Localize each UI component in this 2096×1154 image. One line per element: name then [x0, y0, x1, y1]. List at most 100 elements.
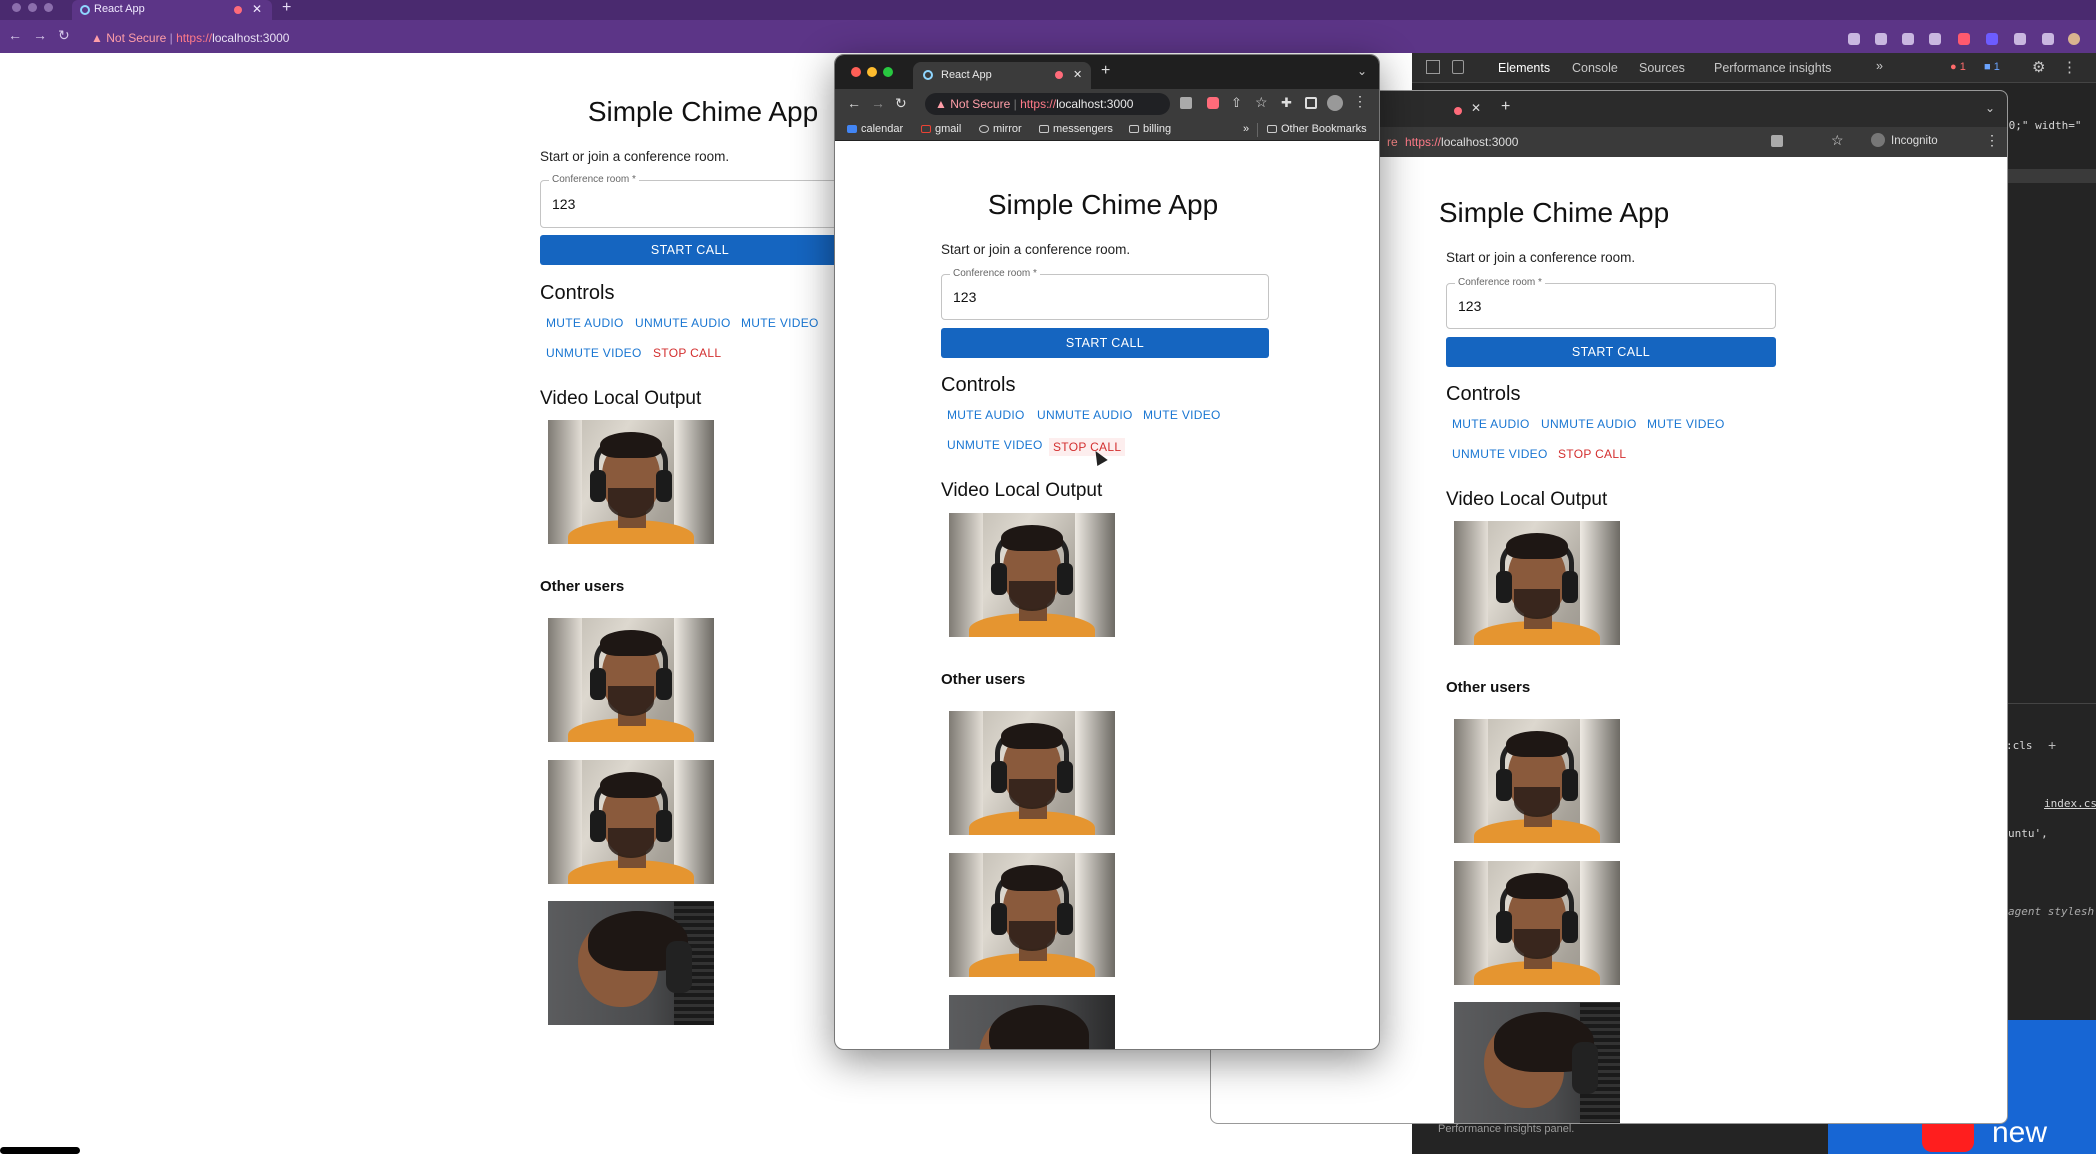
- bookmark-calendar[interactable]: calendar: [847, 123, 903, 135]
- start-call-button[interactable]: START CALL: [540, 235, 840, 265]
- styles-cls-toggle[interactable]: :cls: [2006, 739, 2033, 752]
- mute-audio-button[interactable]: MUTE AUDIO: [1452, 417, 1530, 431]
- mute-video-button[interactable]: MUTE VIDEO: [1143, 408, 1221, 422]
- bookmarks-overflow-icon[interactable]: »: [1243, 123, 1249, 135]
- unmute-video-button[interactable]: UNMUTE VIDEO: [546, 346, 642, 360]
- new-tab-icon[interactable]: +: [1101, 62, 1110, 80]
- reload-icon[interactable]: ↻: [895, 95, 907, 112]
- window-close-dot[interactable]: [851, 67, 861, 77]
- security-label[interactable]: Not Secure: [950, 97, 1010, 111]
- start-call-button[interactable]: START CALL: [1446, 337, 1776, 367]
- new-tab-icon[interactable]: +: [282, 0, 291, 17]
- extension-icon[interactable]: [1875, 33, 1887, 45]
- conference-room-input[interactable]: 123: [1458, 298, 1481, 314]
- message-count-badge[interactable]: ■ 1: [1984, 61, 2000, 73]
- remote-video-3: [548, 901, 714, 1025]
- tab-close-icon[interactable]: ✕: [1471, 101, 1481, 115]
- stylesheet-link[interactable]: index.cs: [2044, 797, 2096, 810]
- puzzle-icon[interactable]: [2014, 33, 2026, 45]
- bookmark-billing[interactable]: billing: [1129, 123, 1171, 135]
- bookmark-star-icon[interactable]: ☆: [1831, 132, 1844, 149]
- more-tabs-icon[interactable]: »: [1876, 59, 1883, 73]
- back-icon[interactable]: ←: [847, 95, 861, 111]
- share-icon[interactable]: ⇧: [1231, 95, 1242, 111]
- conference-room-input[interactable]: 123: [953, 289, 976, 305]
- remote-video-2: [1454, 861, 1620, 985]
- extension-purple-icon[interactable]: [1986, 33, 1998, 45]
- popup-address-bar[interactable]: ▲ Not Secure | https://localhost:3000: [925, 93, 1170, 115]
- conference-room-field[interactable]: Conference room * 123: [1446, 277, 1776, 329]
- bookmark-gmail[interactable]: gmail: [921, 123, 961, 135]
- window-maximize-dot[interactable]: [883, 67, 893, 77]
- other-bookmarks[interactable]: Other Bookmarks: [1267, 123, 1367, 135]
- tab-react-app[interactable]: React App ✕: [913, 62, 1091, 89]
- remote-video-2: [949, 853, 1115, 977]
- forward-icon[interactable]: →: [871, 95, 885, 111]
- tab-elements[interactable]: Elements: [1498, 61, 1550, 75]
- sidepanel-icon[interactable]: [2042, 33, 2054, 45]
- mute-audio-button[interactable]: MUTE AUDIO: [947, 408, 1025, 422]
- bookmark-mirror[interactable]: mirror: [979, 123, 1022, 135]
- popup-browser-window: React App ✕ + ⌄ ← → ↻ ▲ Not Secure | htt…: [834, 54, 1380, 1050]
- extension-red-icon[interactable]: [1207, 97, 1219, 109]
- share-icon[interactable]: [1902, 33, 1914, 45]
- incognito-url[interactable]: https://localhost:3000: [1405, 135, 1518, 149]
- stop-call-button[interactable]: STOP CALL: [1558, 447, 1626, 461]
- unmute-audio-button[interactable]: UNMUTE AUDIO: [635, 316, 731, 330]
- camera-icon[interactable]: [1771, 135, 1783, 147]
- window-close-dot[interactable]: [12, 3, 21, 12]
- incognito-label[interactable]: Incognito: [1891, 135, 1938, 147]
- unmute-video-button[interactable]: UNMUTE VIDEO: [1452, 447, 1548, 461]
- tab-sources[interactable]: Sources: [1639, 61, 1685, 75]
- extension-red-icon[interactable]: [1958, 33, 1970, 45]
- tab-close-icon[interactable]: ✕: [1073, 68, 1082, 81]
- camera-icon[interactable]: [1848, 33, 1860, 45]
- menu-kebab-icon[interactable]: ⋮: [2062, 58, 2077, 76]
- profile-avatar[interactable]: [2068, 33, 2080, 45]
- tab-react-app[interactable]: React App ✕: [72, 0, 272, 20]
- forward-icon[interactable]: →: [33, 27, 47, 43]
- tab-close-icon[interactable]: ✕: [252, 2, 262, 16]
- window-maximize-dot[interactable]: [44, 3, 53, 12]
- bookmark-star-icon[interactable]: ☆: [1255, 94, 1268, 111]
- error-count-badge[interactable]: ● 1: [1950, 61, 1966, 73]
- sidepanel-icon[interactable]: [1305, 97, 1317, 109]
- menu-kebab-icon[interactable]: ⋮: [1985, 132, 1999, 149]
- new-tab-icon[interactable]: +: [1501, 98, 1510, 116]
- controls-heading: Controls: [941, 374, 1016, 396]
- window-minimize-dot[interactable]: [867, 67, 877, 77]
- mute-video-button[interactable]: MUTE VIDEO: [741, 316, 819, 330]
- tab-console[interactable]: Console: [1572, 61, 1618, 75]
- settings-gear-icon[interactable]: ⚙: [2032, 58, 2045, 76]
- mute-video-button[interactable]: MUTE VIDEO: [1647, 417, 1725, 431]
- page-title: Simple Chime App: [987, 189, 1219, 220]
- tab-list-chevron-icon[interactable]: ⌄: [1357, 64, 1367, 78]
- puzzle-icon[interactable]: ✚: [1281, 95, 1292, 111]
- conference-room-input[interactable]: 123: [552, 196, 575, 212]
- menu-kebab-icon[interactable]: ⋮: [1353, 93, 1367, 110]
- inspect-icon[interactable]: [1426, 60, 1440, 74]
- conference-room-field[interactable]: Conference room * 123: [941, 268, 1269, 320]
- security-label[interactable]: Not Secure: [106, 31, 166, 45]
- back-icon[interactable]: ←: [8, 27, 22, 43]
- stop-call-button[interactable]: STOP CALL: [1049, 438, 1126, 456]
- tab-list-chevron-icon[interactable]: ⌄: [1985, 101, 1995, 115]
- conference-room-field[interactable]: Conference room * 123: [540, 174, 870, 228]
- profile-avatar[interactable]: [1327, 95, 1343, 111]
- mute-audio-button[interactable]: MUTE AUDIO: [546, 316, 624, 330]
- stop-call-button[interactable]: STOP CALL: [653, 346, 721, 360]
- reload-icon[interactable]: ↻: [58, 27, 70, 44]
- tab-performance-insights[interactable]: Performance insights: [1714, 61, 1831, 75]
- unmute-audio-button[interactable]: UNMUTE AUDIO: [1037, 408, 1133, 422]
- unmute-audio-button[interactable]: UNMUTE AUDIO: [1541, 417, 1637, 431]
- camera-icon[interactable]: [1180, 97, 1192, 109]
- subtitle: Start or join a conference room.: [1446, 250, 1636, 265]
- bookmark-star-icon[interactable]: [1929, 33, 1941, 45]
- bookmark-messengers[interactable]: messengers: [1039, 123, 1113, 135]
- unmute-video-button[interactable]: UNMUTE VIDEO: [947, 438, 1043, 452]
- device-toggle-icon[interactable]: [1452, 60, 1464, 74]
- start-call-button[interactable]: START CALL: [941, 328, 1269, 358]
- background-address-bar[interactable]: ▲ Not Secure | https://localhost:3000: [85, 26, 1835, 50]
- window-minimize-dot[interactable]: [28, 3, 37, 12]
- add-style-rule-icon[interactable]: +: [2048, 737, 2056, 753]
